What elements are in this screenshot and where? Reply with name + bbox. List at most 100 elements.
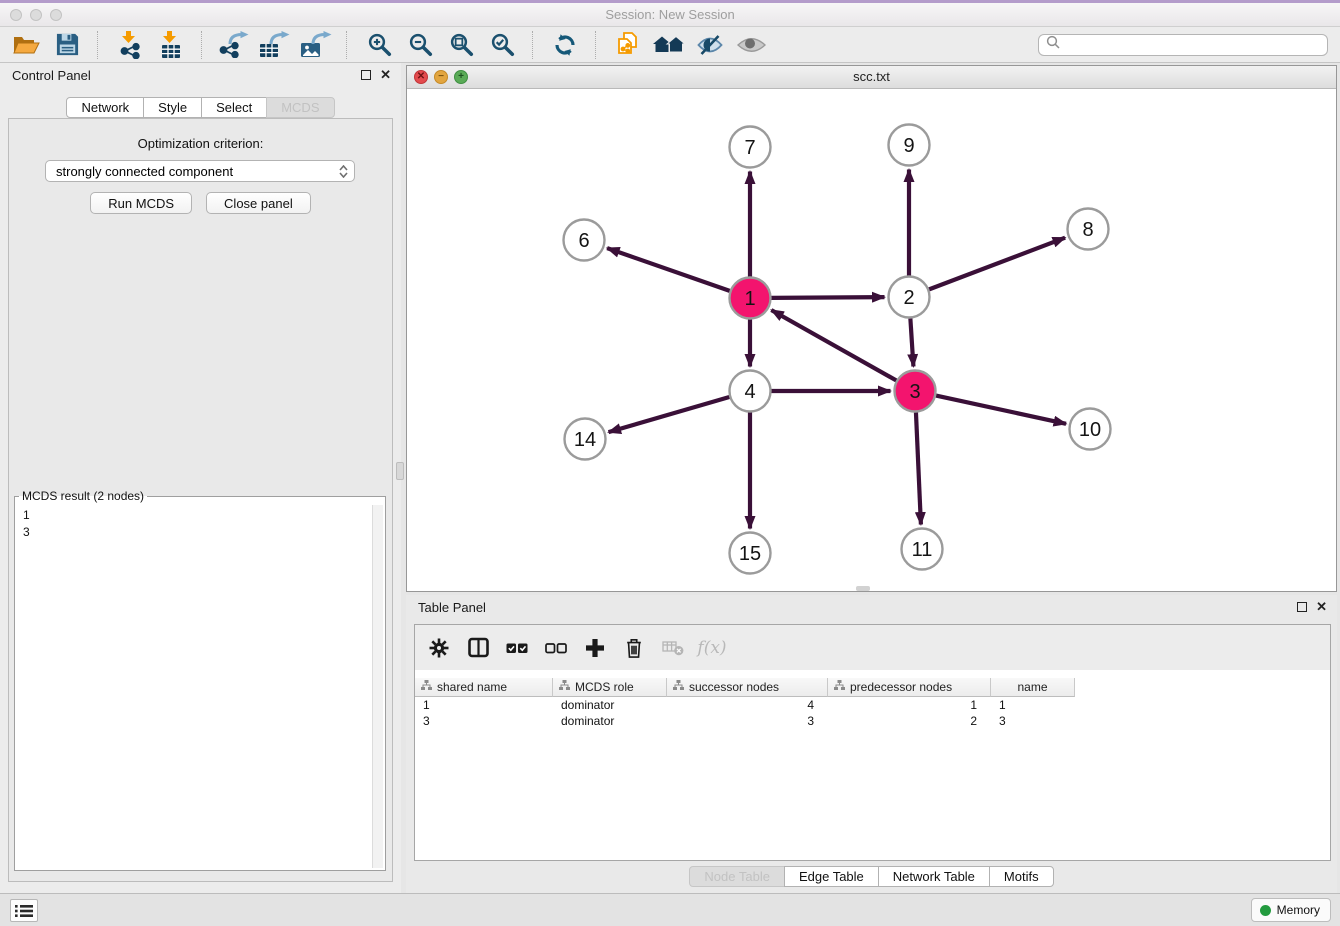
window-title: Session: New Session — [0, 3, 1340, 27]
mcds-result-box: MCDS result (2 nodes) 13 — [14, 489, 386, 871]
table-panel-title: Table Panel — [418, 600, 486, 615]
open-folder-icon[interactable] — [10, 30, 42, 60]
search-input[interactable] — [1065, 38, 1320, 52]
tab-select[interactable]: Select — [201, 97, 267, 118]
cell-MCDS-role[interactable]: dominator — [553, 697, 667, 713]
tab-network[interactable]: Network — [66, 97, 144, 118]
close-table-panel-icon[interactable]: ✕ — [1316, 602, 1327, 612]
mcds-result-line: 1 — [23, 507, 366, 524]
settings-icon[interactable] — [427, 633, 451, 663]
add-row-icon[interactable] — [583, 633, 607, 663]
graph-edge-1-6[interactable] — [607, 248, 730, 291]
task-history-button[interactable] — [10, 899, 38, 922]
toolbar-separator — [346, 31, 349, 59]
cell-successor-nodes[interactable]: 4 — [667, 697, 828, 713]
close-panel-icon[interactable]: ✕ — [380, 70, 391, 80]
tab-node-table[interactable]: Node Table — [689, 866, 785, 887]
first-neighbors-icon[interactable] — [653, 30, 685, 60]
network-maximize-icon[interactable]: + — [454, 70, 468, 84]
show-eye-icon[interactable] — [735, 30, 767, 60]
import-table-icon[interactable] — [155, 30, 187, 60]
cell-name[interactable]: 1 — [991, 697, 1075, 713]
graph-edge-4-14[interactable] — [609, 397, 730, 432]
graph-edge-1-2[interactable] — [771, 297, 884, 298]
graph-node-label-4: 4 — [744, 381, 755, 403]
table-divider-handle[interactable] — [856, 586, 870, 591]
cell-predecessor-nodes[interactable]: 1 — [828, 697, 991, 713]
cell-predecessor-nodes[interactable]: 2 — [828, 713, 991, 729]
graph-edge-2-3[interactable] — [910, 318, 913, 366]
export-image-icon[interactable] — [300, 30, 332, 60]
network-minimize-icon[interactable]: − — [434, 70, 448, 84]
toolbar-separator — [97, 31, 100, 59]
memory-button[interactable]: Memory — [1251, 898, 1331, 922]
export-network-icon[interactable] — [218, 30, 250, 60]
save-icon[interactable] — [51, 30, 83, 60]
graph-node-label-14: 14 — [574, 429, 596, 451]
mcds-result-text[interactable]: 13 — [17, 505, 372, 868]
deselect-all-icon[interactable] — [544, 633, 568, 663]
graph-node-label-6: 6 — [578, 230, 589, 252]
zoom-fit-icon[interactable] — [445, 30, 477, 60]
zoom-in-icon[interactable] — [363, 30, 395, 60]
column-tree-icon — [559, 680, 570, 694]
network-from-selection-icon[interactable] — [612, 30, 644, 60]
titlebar[interactable]: Session: New Session — [0, 3, 1340, 27]
tab-mcds[interactable]: MCDS — [266, 97, 334, 118]
result-scrollbar[interactable] — [372, 505, 383, 868]
graph-edge-3-1[interactable] — [771, 310, 896, 380]
split-panel-icon[interactable] — [466, 633, 490, 663]
column-header-name[interactable]: name — [991, 678, 1075, 697]
graph-edge-3-11[interactable] — [916, 412, 921, 524]
zoom-out-icon[interactable] — [404, 30, 436, 60]
tab-network-table[interactable]: Network Table — [878, 866, 990, 887]
table-tabs: Node TableEdge TableNetwork TableMotifs — [406, 866, 1337, 887]
window-close-icon[interactable] — [10, 9, 22, 21]
control-panel-tabs: NetworkStyleSelectMCDS — [0, 97, 401, 118]
graph-edge-2-8[interactable] — [929, 238, 1065, 290]
graph-node-label-11: 11 — [912, 539, 933, 561]
network-close-icon[interactable]: ✕ — [414, 70, 428, 84]
graph-node-label-2: 2 — [903, 287, 914, 309]
float-panel-icon[interactable] — [361, 70, 371, 80]
graph-edge-3-10[interactable] — [936, 396, 1066, 424]
float-table-panel-icon[interactable] — [1297, 602, 1307, 612]
column-header-predecessor-nodes[interactable]: predecessor nodes — [828, 678, 991, 697]
toolbar-separator — [595, 31, 598, 59]
close-panel-button[interactable]: Close panel — [206, 192, 311, 214]
cell-shared-name[interactable]: 3 — [415, 713, 553, 729]
zoom-selected-icon[interactable] — [486, 30, 518, 60]
table-row[interactable]: 3dominator323 — [415, 713, 1330, 729]
delete-row-icon[interactable] — [622, 633, 646, 663]
cell-shared-name[interactable]: 1 — [415, 697, 553, 713]
mcds-result-line: 3 — [23, 524, 366, 541]
network-canvas[interactable]: 7968124314101511 — [407, 89, 1336, 591]
network-graph: 7968124314101511 — [407, 89, 1336, 591]
optimization-select[interactable]: strongly connected component — [45, 160, 355, 182]
window-zoom-icon[interactable] — [50, 9, 62, 21]
refresh-icon[interactable] — [549, 30, 581, 60]
graph-node-label-8: 8 — [1082, 219, 1093, 241]
cell-successor-nodes[interactable]: 3 — [667, 713, 828, 729]
tab-edge-table[interactable]: Edge Table — [784, 866, 879, 887]
column-header-shared-name[interactable]: shared name — [415, 678, 553, 697]
column-header-MCDS-role[interactable]: MCDS role — [553, 678, 667, 697]
tab-style[interactable]: Style — [143, 97, 202, 118]
network-window-titlebar[interactable]: ✕ − + scc.txt — [407, 66, 1336, 89]
graph-node-label-9: 9 — [903, 135, 914, 157]
export-table-icon[interactable] — [259, 30, 291, 60]
cell-name[interactable]: 3 — [991, 713, 1075, 729]
cell-MCDS-role[interactable]: dominator — [553, 713, 667, 729]
hide-eye-icon[interactable] — [694, 30, 726, 60]
panel-divider-handle[interactable] — [396, 462, 404, 480]
table-panel: Table Panel ✕ f(x) shared nameMCDS roles… — [406, 595, 1337, 893]
search-box[interactable] — [1038, 34, 1328, 56]
window-minimize-icon[interactable] — [30, 9, 42, 21]
column-header-successor-nodes[interactable]: successor nodes — [667, 678, 828, 697]
table-row[interactable]: 1dominator411 — [415, 697, 1330, 713]
select-all-icon[interactable] — [505, 633, 529, 663]
import-network-icon[interactable] — [114, 30, 146, 60]
tab-motifs[interactable]: Motifs — [989, 866, 1054, 887]
graph-node-label-15: 15 — [739, 543, 761, 565]
run-mcds-button[interactable]: Run MCDS — [90, 192, 192, 214]
